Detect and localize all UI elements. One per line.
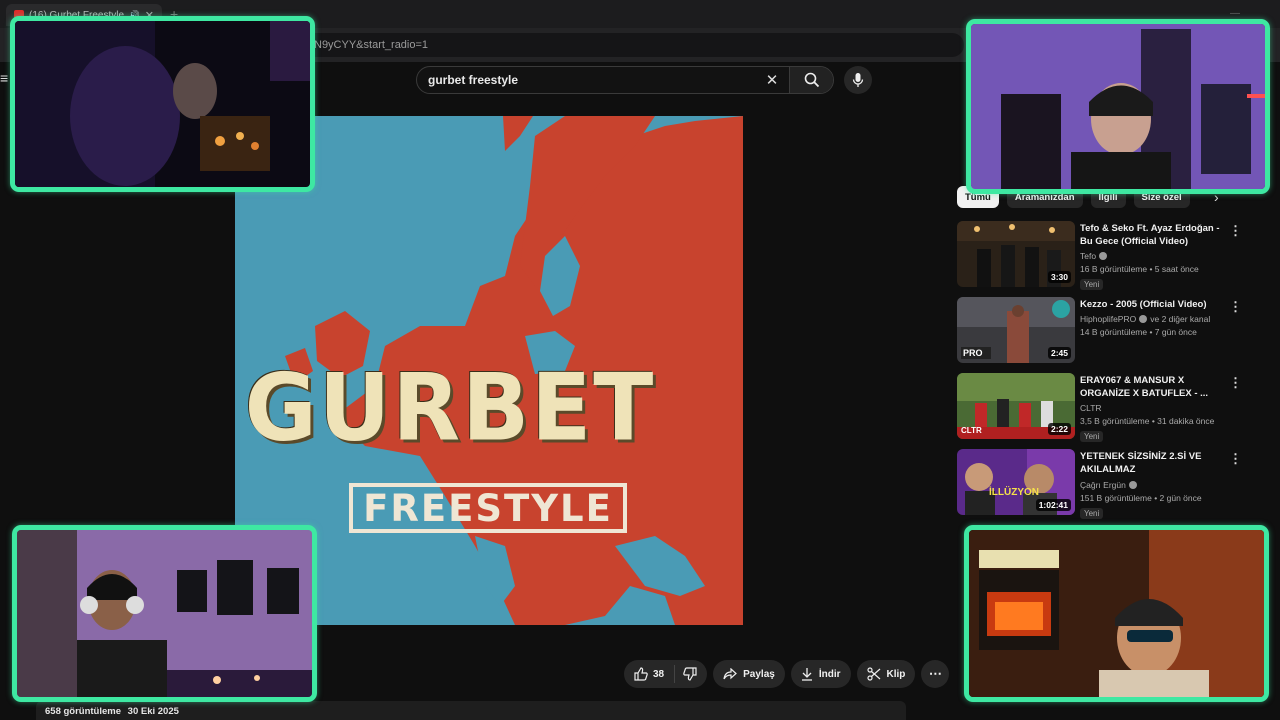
video-title[interactable]: ERAY067 & MANSUR X ORGANİZE X BATUFLEX -…: [1080, 374, 1220, 400]
video-actions: 38 Paylaş İndir Klip ⋯: [624, 660, 950, 688]
video-duration: 2:45: [1047, 347, 1071, 359]
video-thumbnail[interactable]: CLTR 2:22: [957, 373, 1075, 439]
like-count: 38: [653, 668, 665, 680]
list-item[interactable]: İLLÜZYON 1:02:41 YETENEK SİZSİNİZ 2.Sİ V…: [957, 449, 1242, 523]
more-icon: ⋯: [928, 666, 942, 681]
video-meta: 3,5 B görüntüleme • 31 dakika önce: [1080, 416, 1215, 426]
clear-search-icon[interactable]: ✕: [761, 71, 783, 89]
share-icon: [723, 668, 738, 680]
webcam-top-right: [966, 19, 1270, 194]
voice-search-button[interactable]: [844, 66, 872, 94]
artwork-subtitle: FREESTYLE: [349, 483, 627, 533]
kebab-menu-icon[interactable]: ⋮: [1229, 299, 1242, 315]
artwork-title: GURBET: [244, 353, 656, 462]
thumbnail-tag: İLLÜZYON: [989, 487, 1039, 498]
channel-name[interactable]: CLTR: [1080, 403, 1102, 413]
download-label: İndir: [818, 668, 841, 680]
scissors-icon: [866, 667, 881, 681]
thumbs-up-icon: [634, 667, 648, 681]
download-icon: [801, 667, 813, 681]
new-badge: Yeni: [1080, 508, 1104, 519]
like-button[interactable]: 38: [624, 665, 676, 683]
webcam-feed-image: [15, 21, 310, 187]
minimize-icon[interactable]: —: [1230, 8, 1240, 19]
search-input[interactable]: gurbet freestyle: [417, 73, 761, 87]
search-icon: [804, 72, 819, 88]
kebab-menu-icon[interactable]: ⋮: [1229, 375, 1242, 391]
video-title[interactable]: Kezzo - 2005 (Official Video): [1080, 298, 1220, 311]
verified-icon: [1128, 481, 1137, 489]
like-dislike-group: 38: [624, 660, 708, 688]
video-thumbnail[interactable]: 3:30: [957, 221, 1075, 287]
address-bar[interactable]: N9yCYY&start_radio=1: [300, 33, 964, 57]
verified-icon: [1099, 252, 1108, 260]
screen: (16) Gurbet Freestyle - You 🔊 ✕ + — N9yC…: [0, 0, 1280, 720]
microphone-icon: [852, 73, 864, 87]
search-box[interactable]: gurbet freestyle ✕: [416, 66, 834, 94]
video-duration: 1:02:41: [1035, 499, 1071, 511]
video-meta: 16 B görüntüleme • 5 saat önce: [1080, 264, 1199, 274]
video-thumbnail[interactable]: İLLÜZYON 1:02:41: [957, 449, 1075, 515]
webcam-bottom-left: [12, 525, 317, 702]
dislike-button[interactable]: [675, 667, 707, 681]
new-badge: Yeni: [1080, 279, 1104, 290]
more-actions-button[interactable]: ⋯: [921, 660, 950, 688]
video-duration: 3:30: [1047, 271, 1071, 283]
verified-icon: [1139, 315, 1148, 323]
description-bar[interactable]: 658 görüntüleme 30 Eki 2025: [36, 701, 906, 720]
view-count: 658 görüntüleme: [45, 706, 122, 717]
download-button[interactable]: İndir: [790, 660, 851, 688]
webcam-feed-image: [971, 24, 1265, 189]
channel-name[interactable]: Çağrı Ergün: [1080, 480, 1126, 490]
thumbnail-tag: PRO: [963, 348, 983, 358]
webcam-bottom-right: [964, 525, 1269, 702]
hamburger-menu-icon[interactable]: ≡: [0, 70, 8, 86]
new-badge: Yeni: [1080, 431, 1104, 442]
list-item[interactable]: 3:30 Tefo & Seko Ft. Ayaz Erdoğan - Bu G…: [957, 221, 1242, 295]
list-item[interactable]: CLTR 2:22 ERAY067 & MANSUR X ORGANİZE X …: [957, 373, 1242, 447]
kebab-menu-icon[interactable]: ⋮: [1229, 223, 1242, 239]
video-meta: 14 B görüntüleme • 7 gün önce: [1080, 327, 1197, 337]
video-title[interactable]: YETENEK SİZSİNİZ 2.Sİ VE AKILALMAZ SİHİR…: [1080, 450, 1220, 477]
video-title[interactable]: Tefo & Seko Ft. Ayaz Erdoğan - Bu Gece (…: [1080, 222, 1220, 248]
webcam-top-left: [10, 16, 315, 192]
thumbnail-tag: CLTR: [961, 426, 982, 435]
channel-suffix: ve 2 diğer kanal: [1150, 314, 1211, 324]
list-item[interactable]: PRO 2:45 Kezzo - 2005 (Official Video) H…: [957, 297, 1242, 371]
share-button[interactable]: Paylaş: [713, 660, 785, 688]
kebab-menu-icon[interactable]: ⋮: [1229, 451, 1242, 467]
video-meta: 151 B görüntüleme • 2 gün önce: [1080, 493, 1202, 503]
share-label: Paylaş: [743, 668, 775, 680]
clip-label: Klip: [886, 668, 906, 680]
recommendations-list: 3:30 Tefo & Seko Ft. Ayaz Erdoğan - Bu G…: [957, 221, 1242, 523]
video-duration: 2:22: [1047, 423, 1071, 435]
clip-button[interactable]: Klip: [856, 660, 916, 688]
upload-date: 30 Eki 2025: [127, 706, 179, 717]
webcam-feed-image: [17, 530, 312, 697]
webcam-feed-image: [969, 530, 1264, 697]
video-thumbnail[interactable]: PRO 2:45: [957, 297, 1075, 363]
url-text: N9yCYY&start_radio=1: [314, 39, 429, 51]
search-button[interactable]: [789, 67, 833, 93]
channel-name[interactable]: HiphoplifePRO: [1080, 314, 1136, 324]
channel-name[interactable]: Tefo: [1080, 251, 1096, 261]
thumbs-down-icon: [683, 667, 697, 681]
